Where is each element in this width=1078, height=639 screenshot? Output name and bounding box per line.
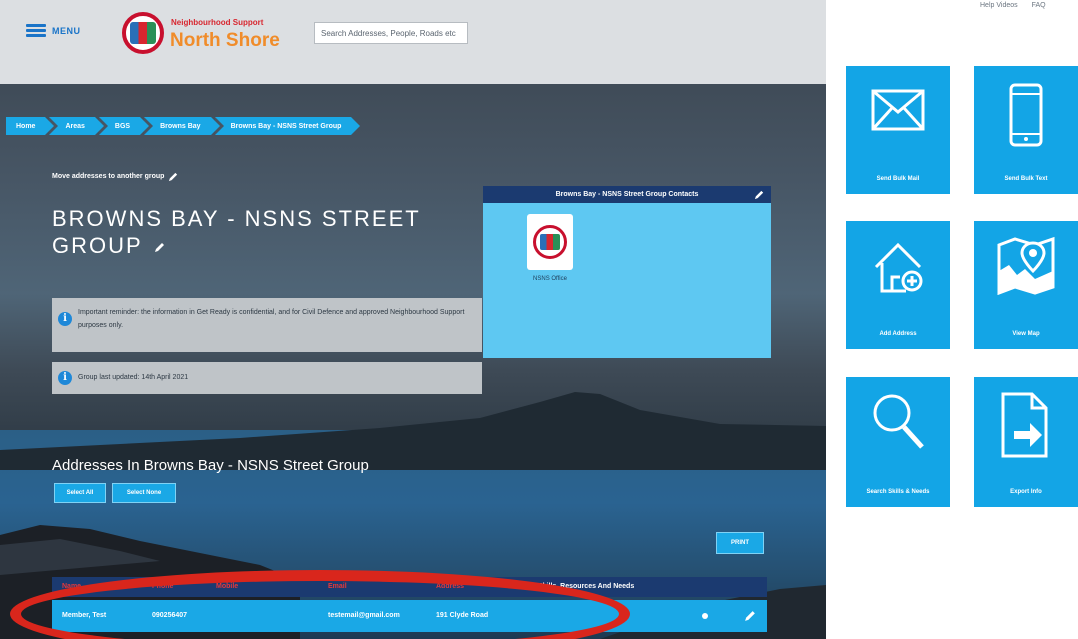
view-map-label: View Map (1012, 331, 1040, 337)
app-root: MENU Neighbourhood Support North Shore H… (0, 0, 1078, 639)
pencil-icon (169, 172, 178, 182)
column-header-phone[interactable]: Phone (152, 577, 173, 597)
view-map-tile[interactable]: View Map (974, 221, 1078, 349)
send-bulk-mail-tile[interactable]: Send Bulk Mail (846, 66, 950, 194)
row-indicator-dot (702, 613, 708, 619)
edit-title-pencil-icon[interactable] (154, 241, 166, 253)
select-all-button[interactable]: Select All (54, 483, 106, 503)
last-updated-text: Group last updated: 14th April 2021 (78, 374, 189, 381)
export-info-tile[interactable]: Export Info (974, 377, 1078, 507)
cell-email: testemail@gmail.com (328, 612, 400, 619)
addresses-section-title: Addresses In Browns Bay - NSNS Street Gr… (52, 457, 369, 474)
send-bulk-text-label: Send Bulk Text (1004, 176, 1048, 182)
breadcrumb-current-group[interactable]: Browns Bay - NSNS Street Group (214, 117, 361, 135)
help-videos-link[interactable]: Help Videos (980, 2, 1018, 9)
house-plus-icon (846, 242, 950, 303)
table-header: Name Phone Mobile Email Address Skills, … (52, 577, 767, 597)
faq-link[interactable]: FAQ (1032, 2, 1046, 9)
confidential-notice: i Important reminder: the information in… (52, 298, 482, 352)
brand-title: North Shore (170, 30, 280, 51)
edit-row-pencil-icon[interactable] (744, 609, 757, 622)
cell-phone: 090256407 (152, 612, 188, 619)
table-row[interactable]: Member, Test 090256407 testemail@gmail.c… (52, 600, 767, 632)
column-header-name[interactable]: Name (62, 577, 81, 597)
select-none-button[interactable]: Select None (112, 483, 176, 503)
send-bulk-mail-label: Send Bulk Mail (876, 176, 920, 182)
column-header-skills[interactable]: Skills, Resources And Needs (538, 577, 634, 597)
cell-name: Member, Test (62, 612, 107, 619)
brand-subtitle: Neighbourhood Support (171, 18, 264, 27)
breadcrumb-home[interactable]: Home (6, 117, 56, 135)
breadcrumb-browns-bay[interactable]: Browns Bay (144, 117, 221, 135)
page-title-text: BROWNS BAY - NSNS STREET GROUP (52, 206, 421, 258)
mobile-phone-icon (974, 83, 1078, 148)
confidential-notice-text: Important reminder: the information in G… (78, 309, 465, 329)
top-links: Help Videos FAQ (980, 2, 1046, 9)
contact-avatar (527, 214, 573, 270)
search-input[interactable] (314, 22, 468, 44)
column-header-mobile[interactable]: Mobile (216, 577, 238, 597)
envelope-icon (846, 88, 950, 148)
file-export-icon (974, 392, 1078, 459)
add-address-tile[interactable]: Add Address (846, 221, 950, 349)
hamburger-icon (26, 24, 46, 37)
export-info-label: Export Info (1010, 489, 1042, 495)
info-icon: i (58, 312, 72, 326)
contact-name: NSNS Office (533, 276, 567, 282)
column-header-email[interactable]: Email (328, 577, 347, 597)
breadcrumb: Home Areas BGS Browns Bay Browns Bay - N… (6, 117, 361, 135)
info-icon: i (58, 371, 72, 385)
add-address-label: Add Address (879, 331, 917, 337)
main-content: MENU Neighbourhood Support North Shore H… (0, 0, 826, 639)
search-skills-tile[interactable]: Search Skills & Needs (846, 377, 950, 507)
map-pin-icon (974, 236, 1078, 303)
group-contacts-panel: Browns Bay - NSNS Street Group Contacts … (483, 186, 771, 358)
breadcrumb-areas[interactable]: Areas (49, 117, 105, 135)
contact-card[interactable]: NSNS Office (521, 214, 579, 282)
last-updated-notice: i Group last updated: 14th April 2021 (52, 362, 482, 394)
brand-logo[interactable] (122, 12, 164, 54)
page-title: BROWNS BAY - NSNS STREET GROUP (52, 205, 472, 259)
move-addresses-label: Move addresses to another group (52, 173, 165, 180)
search-skills-label: Search Skills & Needs (866, 489, 930, 495)
contacts-panel-title: Browns Bay - NSNS Street Group Contacts (555, 191, 699, 198)
menu-button[interactable]: MENU (26, 24, 81, 37)
print-button[interactable]: PRINT (716, 532, 764, 554)
menu-label: MENU (52, 25, 81, 36)
top-bar: MENU Neighbourhood Support North Shore (0, 0, 826, 84)
move-addresses-link[interactable]: Move addresses to another group (52, 171, 179, 182)
column-header-address[interactable]: Address (436, 577, 464, 597)
cell-address: 191 Clyde Road (436, 612, 489, 619)
contacts-panel-header: Browns Bay - NSNS Street Group Contacts (483, 186, 771, 203)
send-bulk-text-tile[interactable]: Send Bulk Text (974, 66, 1078, 194)
magnifier-icon (846, 394, 950, 459)
breadcrumb-bgs[interactable]: BGS (98, 117, 150, 135)
edit-contacts-pencil-icon[interactable] (754, 189, 765, 200)
